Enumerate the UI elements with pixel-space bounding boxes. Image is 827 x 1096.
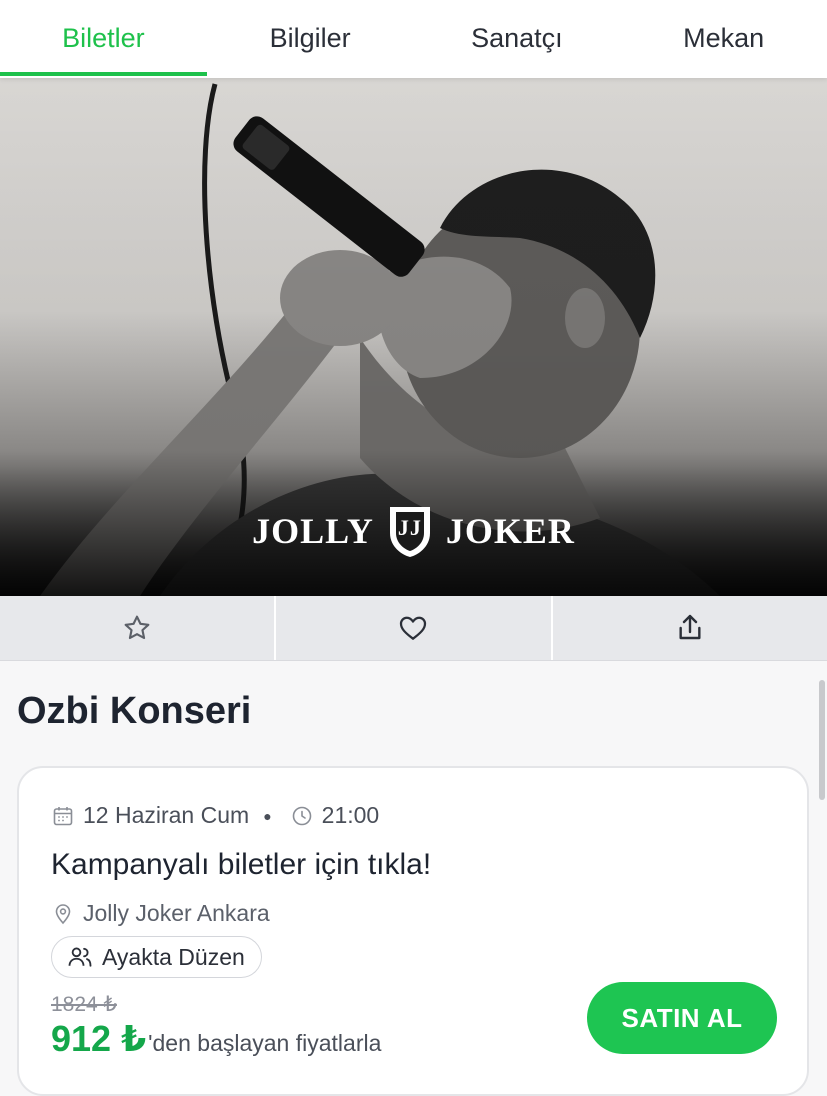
event-session-card[interactable]: 12 Haziran Cum ● 21:00 Kampanyalı biletl…: [17, 766, 809, 1096]
action-bar: [0, 596, 827, 661]
event-time: 21:00: [321, 802, 380, 828]
crest-icon: JJ: [386, 503, 434, 559]
event-date: 12 Haziran Cum: [83, 802, 250, 828]
price-row: 912 ₺ 'den başlayan fiyatlarla: [51, 1018, 381, 1060]
price-suffix: 'den başlayan fiyatlarla: [148, 1030, 382, 1056]
calendar-icon: [53, 806, 73, 825]
tab-label: Bilgiler: [269, 22, 351, 53]
heart-icon: [400, 616, 427, 640]
logo-text-left: JOLLY: [252, 511, 374, 551]
crest-letters: JJ: [397, 515, 422, 540]
share-button[interactable]: [553, 596, 827, 660]
tab-bar: Biletler Bilgiler Sanatçı Mekan: [0, 0, 827, 78]
seating-layout-badge: Ayakta Düzen: [51, 936, 262, 978]
tab-bilgiler[interactable]: Bilgiler: [207, 0, 414, 78]
original-price: 1824 ₺: [51, 993, 117, 1016]
venue-row: Jolly Joker Ankara: [51, 900, 270, 927]
buy-button[interactable]: SATIN AL: [587, 982, 777, 1054]
logo-text-right: JOKER: [445, 511, 575, 551]
separator-dot: ●: [263, 807, 272, 824]
event-title: Ozbi Konseri: [17, 690, 252, 732]
people-icon: [68, 947, 92, 967]
tab-label: Mekan: [683, 22, 765, 53]
favorite-button[interactable]: [0, 596, 277, 660]
discounted-price: 912 ₺: [51, 1018, 147, 1059]
venue-name: Jolly Joker Ankara: [83, 900, 270, 926]
jolly-joker-logo: JOLLY JJ JOKER: [0, 503, 827, 559]
date-time-row: 12 Haziran Cum ● 21:00: [51, 802, 379, 829]
share-icon: [679, 614, 701, 640]
star-icon: [124, 615, 150, 640]
campaign-tickets-link[interactable]: Kampanyalı biletler için tıkla!: [51, 848, 431, 882]
location-pin-icon: [55, 903, 71, 924]
seating-layout-label: Ayakta Düzen: [102, 943, 245, 970]
like-button[interactable]: [276, 596, 553, 660]
tab-mekan[interactable]: Mekan: [620, 0, 827, 78]
tab-label: Sanatçı: [471, 22, 563, 53]
tab-biletler[interactable]: Biletler: [0, 0, 207, 78]
clock-icon: [292, 806, 311, 825]
event-hero-image: JOLLY JJ JOKER: [0, 78, 827, 596]
tab-label: Biletler: [62, 22, 145, 53]
tab-sanatci[interactable]: Sanatçı: [414, 0, 621, 78]
scrollbar[interactable]: [819, 680, 825, 800]
